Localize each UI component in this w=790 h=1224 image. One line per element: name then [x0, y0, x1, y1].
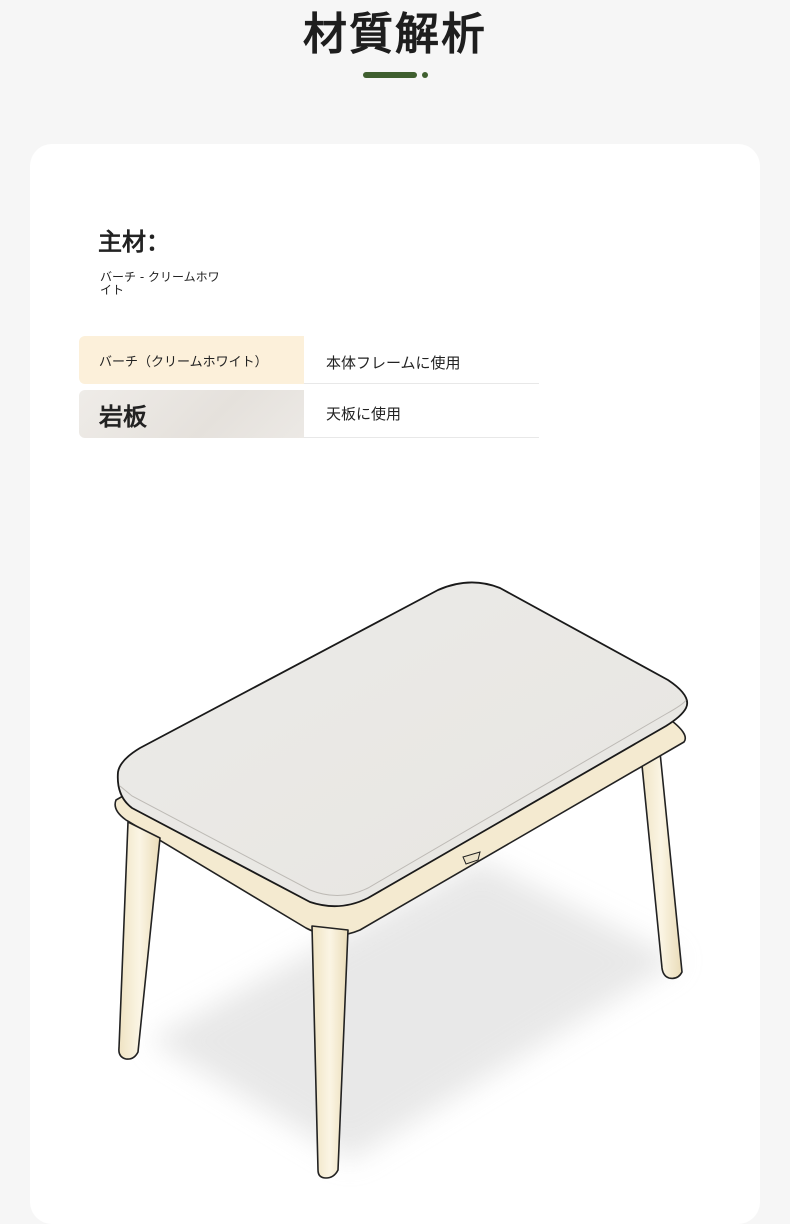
- leg-back-right: [639, 741, 683, 980]
- table-shadow: [150, 860, 680, 1160]
- leg-front-left: [118, 821, 161, 1060]
- dining-table-image: [114, 581, 689, 1179]
